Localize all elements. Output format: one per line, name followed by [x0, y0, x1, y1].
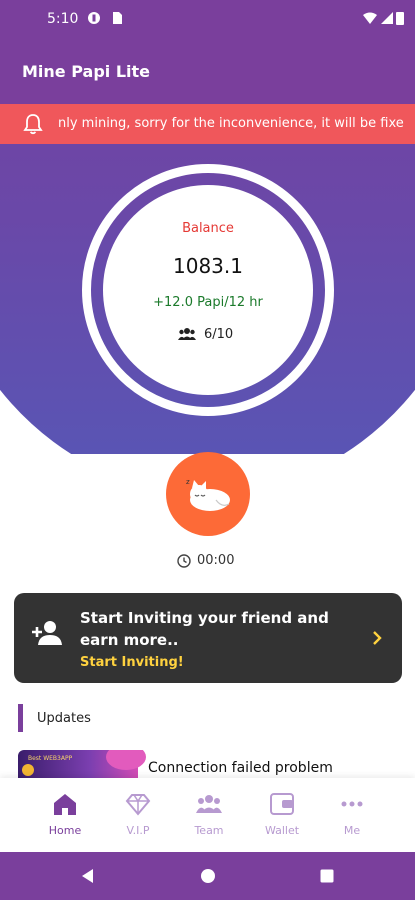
- nav-team-label: Team: [194, 824, 224, 837]
- team-count: 6/10: [178, 325, 233, 343]
- timer-value: 00:00: [197, 553, 235, 568]
- team-icon: [178, 328, 196, 340]
- home-circle-icon[interactable]: [200, 868, 216, 884]
- nav-wallet[interactable]: Wallet: [247, 792, 317, 837]
- invite-card[interactable]: Start Inviting your friend and earn more…: [14, 593, 402, 683]
- recents-icon[interactable]: [319, 868, 335, 884]
- nav-vip-label: V.I.P: [126, 824, 150, 837]
- bottom-nav: Home V.I.P Team Wallet Me: [0, 778, 415, 852]
- status-time: 5:10: [47, 11, 79, 27]
- balance-label: Balance: [182, 221, 234, 236]
- section-marker: [18, 704, 23, 732]
- invite-action[interactable]: Start Inviting!: [80, 655, 184, 670]
- balance-value: 1083.1: [173, 254, 243, 278]
- more-icon: [341, 801, 363, 807]
- wallet-icon: [270, 793, 294, 815]
- mine-button[interactable]: z: [166, 452, 250, 536]
- diamond-icon: [125, 794, 151, 816]
- thumbnail-text: Best WEB3APP: [28, 755, 73, 762]
- updates-title: Updates: [37, 710, 91, 726]
- invite-title: Start Inviting your friend and earn more…: [80, 609, 329, 649]
- bell-icon: [23, 114, 43, 135]
- app-bar: Mine Papi Lite: [0, 40, 415, 104]
- chevron-right-icon[interactable]: [370, 630, 384, 646]
- announcement-text: nly mining, sorry for the inconvenience,…: [58, 116, 404, 131]
- nav-me-label: Me: [343, 824, 361, 837]
- updates-header: Updates: [18, 704, 91, 732]
- signal-icon: [381, 12, 393, 24]
- sim-card-icon: [113, 12, 122, 24]
- coin-icon: [22, 764, 34, 776]
- balance-card: [103, 185, 313, 395]
- team-icon: [196, 795, 222, 813]
- sleeping-cat-icon: z: [186, 478, 230, 511]
- back-icon[interactable]: [80, 868, 96, 884]
- thumbnail-decoration: [106, 750, 146, 770]
- announcement-banner[interactable]: nly mining, sorry for the inconvenience,…: [0, 104, 415, 144]
- svg-text:z: z: [186, 478, 190, 486]
- battery-icon: [396, 12, 404, 25]
- system-nav-bar: [0, 852, 415, 900]
- wifi-icon: [363, 12, 377, 24]
- nav-vip[interactable]: V.I.P: [103, 792, 173, 837]
- team-count-value: 6/10: [204, 326, 234, 342]
- status-bar: 5:10: [0, 0, 415, 40]
- nav-wallet-label: Wallet: [264, 824, 300, 837]
- app-title: Mine Papi Lite: [22, 62, 150, 81]
- nav-home[interactable]: Home: [30, 792, 100, 837]
- data-saver-icon: [88, 12, 100, 24]
- nav-home-label: Home: [48, 824, 82, 837]
- update-title: Connection failed problem: [148, 760, 333, 776]
- nav-me[interactable]: Me: [317, 792, 387, 837]
- add-person-icon: [32, 621, 62, 645]
- mining-rate: +12.0 Papi/12 hr: [153, 295, 263, 310]
- mining-timer: 00:00: [177, 553, 234, 568]
- home-icon: [54, 794, 76, 815]
- clock-icon: [177, 553, 191, 568]
- nav-team[interactable]: Team: [174, 792, 244, 837]
